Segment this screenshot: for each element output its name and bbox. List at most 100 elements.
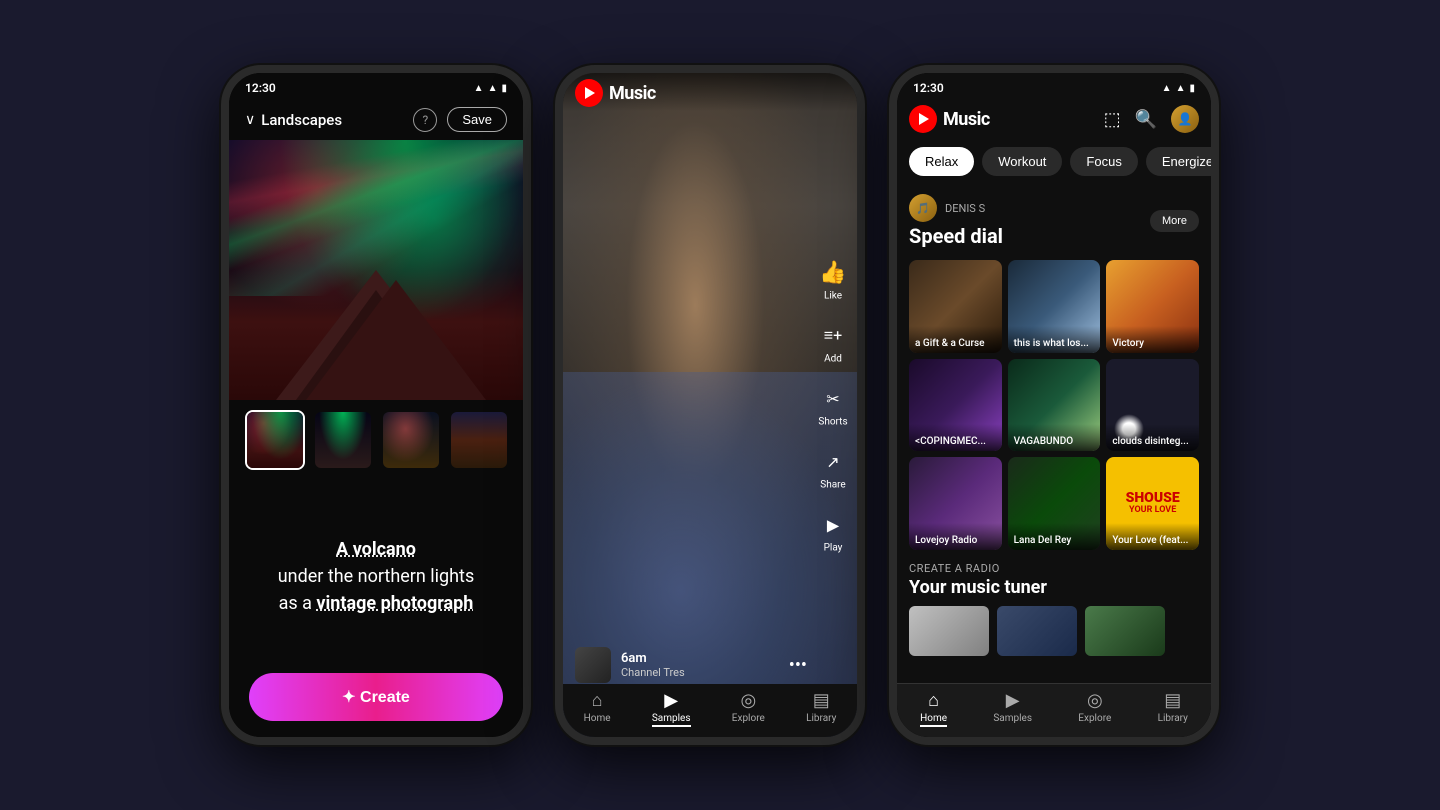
status-time-1: 12:30 — [245, 81, 276, 95]
phone-1-screen: 12:30 ▲ ▲ ▮ ∨ Landscapes ? Save — [229, 73, 523, 737]
album-label-2: this is what los... — [1008, 326, 1101, 353]
tab-energize[interactable]: Energize — [1146, 147, 1211, 176]
album-card-6[interactable]: clouds disinteg... — [1106, 359, 1199, 452]
mountain — [276, 270, 476, 400]
samples-icon-2: ▶ — [664, 690, 678, 711]
share-icon: ↗ — [817, 446, 849, 478]
speed-dial-section: 🎵 DENIS S Speed dial More — [897, 186, 1211, 260]
album-label-8: Lana Del Rey — [1008, 523, 1101, 550]
album-label-3: Victory — [1106, 326, 1199, 353]
tab-relax[interactable]: Relax — [909, 147, 974, 176]
thumb-image-4 — [451, 412, 507, 468]
action-buttons: 👍 Like ≡+ Add ✂ Shorts ↗ Share ▶ Play — [817, 257, 849, 554]
phone-3: 12:30 ▲ ▲ ▮ Music ⬚ 🔍 👤 — [889, 65, 1219, 745]
album-card-3[interactable]: Victory — [1106, 260, 1199, 353]
play-triangle-3 — [919, 113, 929, 125]
shorts-button[interactable]: ✂ Shorts — [817, 383, 849, 428]
yt-music-label-3: Music — [943, 109, 990, 130]
section-title: Speed dial — [909, 224, 1003, 248]
nav-explore-2[interactable]: ◎ Explore — [732, 690, 765, 727]
p3-header: Music ⬚ 🔍 👤 — [897, 99, 1211, 139]
tab-workout[interactable]: Workout — [982, 147, 1062, 176]
share-button[interactable]: ↗ Share — [817, 446, 849, 491]
radio-card-1[interactable] — [909, 606, 989, 656]
radio-card-2[interactable] — [997, 606, 1077, 656]
user-row: 🎵 DENIS S — [909, 194, 1003, 222]
thumb-image-2 — [315, 412, 371, 468]
username: DENIS S — [945, 202, 985, 215]
nav-explore-3[interactable]: ◎ Explore — [1078, 690, 1111, 727]
phone-2-screen: Music 12:30 👍 Like ≡+ Add ✂ — [563, 73, 857, 737]
user-icon: 🎵 — [916, 202, 930, 215]
cast-button[interactable]: ⬚ — [1104, 109, 1121, 130]
nav-samples-2[interactable]: ▶ Samples — [652, 690, 691, 727]
album-label-6: clouds disinteg... — [1106, 424, 1199, 451]
album-label-7: Lovejoy Radio — [909, 523, 1002, 550]
section-header: 🎵 DENIS S Speed dial More — [909, 194, 1199, 248]
explore-icon-2: ◎ — [740, 690, 756, 711]
play-button[interactable]: ▶ Play — [817, 509, 849, 554]
prompt-text: A volcano under the northern lights as a… — [278, 536, 475, 617]
status-icons-3: ▲ ▲ ▮ — [1162, 83, 1195, 94]
album-card-8[interactable]: Lana Del Rey — [1008, 457, 1101, 550]
add-button[interactable]: ≡+ Add — [817, 320, 849, 365]
thumbnail-1[interactable] — [245, 410, 305, 470]
thumbnail-strip — [229, 400, 523, 480]
nav-library-3[interactable]: ▤ Library — [1158, 690, 1188, 727]
more-button[interactable]: ••• — [789, 655, 807, 676]
thumbnail-2[interactable] — [313, 410, 373, 470]
album-card-4[interactable]: <COPINGMEC... — [909, 359, 1002, 452]
battery-icon-3: ▮ — [1189, 83, 1195, 94]
song-details: 6am Channel Tres — [621, 651, 779, 679]
status-bar-3: 12:30 ▲ ▲ ▮ — [897, 73, 1211, 99]
nav-home-3[interactable]: ⌂ Home — [920, 690, 947, 727]
phone-2: Music 12:30 👍 Like ≡+ Add ✂ — [555, 65, 865, 745]
user-avatar[interactable]: 👤 — [1171, 105, 1199, 133]
thumbnail-3[interactable] — [381, 410, 441, 470]
album-card-2[interactable]: this is what los... — [1008, 260, 1101, 353]
phone-3-screen: 12:30 ▲ ▲ ▮ Music ⬚ 🔍 👤 — [897, 73, 1211, 737]
shorts-icon: ✂ — [817, 383, 849, 415]
album-label-5: VAGABUNDO — [1008, 424, 1101, 451]
nav-home-2[interactable]: ⌂ Home — [584, 690, 611, 727]
nav-samples-3[interactable]: ▶ Samples — [993, 690, 1032, 727]
prompt-line4: vintage photograph — [316, 593, 473, 614]
header-actions: ? Save — [413, 107, 507, 132]
shorts-label: Shorts — [818, 417, 847, 428]
nav-library-2[interactable]: ▤ Library — [806, 690, 836, 727]
aurora-background — [229, 140, 523, 400]
tab-focus[interactable]: Focus — [1070, 147, 1137, 176]
explore-icon-3: ◎ — [1087, 690, 1103, 711]
search-button[interactable]: 🔍 — [1135, 109, 1157, 130]
battery-icon: ▮ — [501, 83, 507, 94]
song-thumbnail — [575, 647, 611, 683]
phone-1: 12:30 ▲ ▲ ▮ ∨ Landscapes ? Save — [221, 65, 531, 745]
prompt-line3: as a — [279, 593, 312, 614]
radio-title: Your music tuner — [909, 577, 1199, 598]
play-icon: ▶ — [817, 509, 849, 541]
section-user-area: 🎵 DENIS S Speed dial — [909, 194, 1003, 248]
album-card-5[interactable]: VAGABUNDO — [1008, 359, 1101, 452]
like-button[interactable]: 👍 Like — [817, 257, 849, 302]
thumbnail-4[interactable] — [449, 410, 509, 470]
song-title: 6am — [621, 651, 779, 666]
mood-tabs: Relax Workout Focus Energize — [897, 139, 1211, 186]
help-button[interactable]: ? — [413, 108, 437, 132]
bottom-nav-3: ⌂ Home ▶ Samples ◎ Explore ▤ Library — [897, 683, 1211, 737]
create-button[interactable]: ✦ Create — [249, 673, 503, 721]
library-icon-3: ▤ — [1164, 690, 1181, 711]
chevron-icon: ∨ — [245, 112, 255, 128]
thumb-image-3 — [383, 412, 439, 468]
radio-card-3[interactable] — [1085, 606, 1165, 656]
album-card-9[interactable]: SHOUSE YOUR LOVE Your Love (feat... — [1106, 457, 1199, 550]
album-card-7[interactable]: Lovejoy Radio — [909, 457, 1002, 550]
p1-header: ∨ Landscapes ? Save — [229, 99, 523, 140]
samples-icon-3: ▶ — [1006, 690, 1020, 711]
save-button[interactable]: Save — [447, 107, 507, 132]
add-label: Add — [824, 354, 842, 365]
more-button-3[interactable]: More — [1150, 210, 1199, 232]
yt-music-logo-3: Music — [909, 105, 990, 133]
album-card-1[interactable]: a Gift & a Curse — [909, 260, 1002, 353]
share-label: Share — [820, 480, 845, 491]
like-icon: 👍 — [817, 257, 849, 289]
